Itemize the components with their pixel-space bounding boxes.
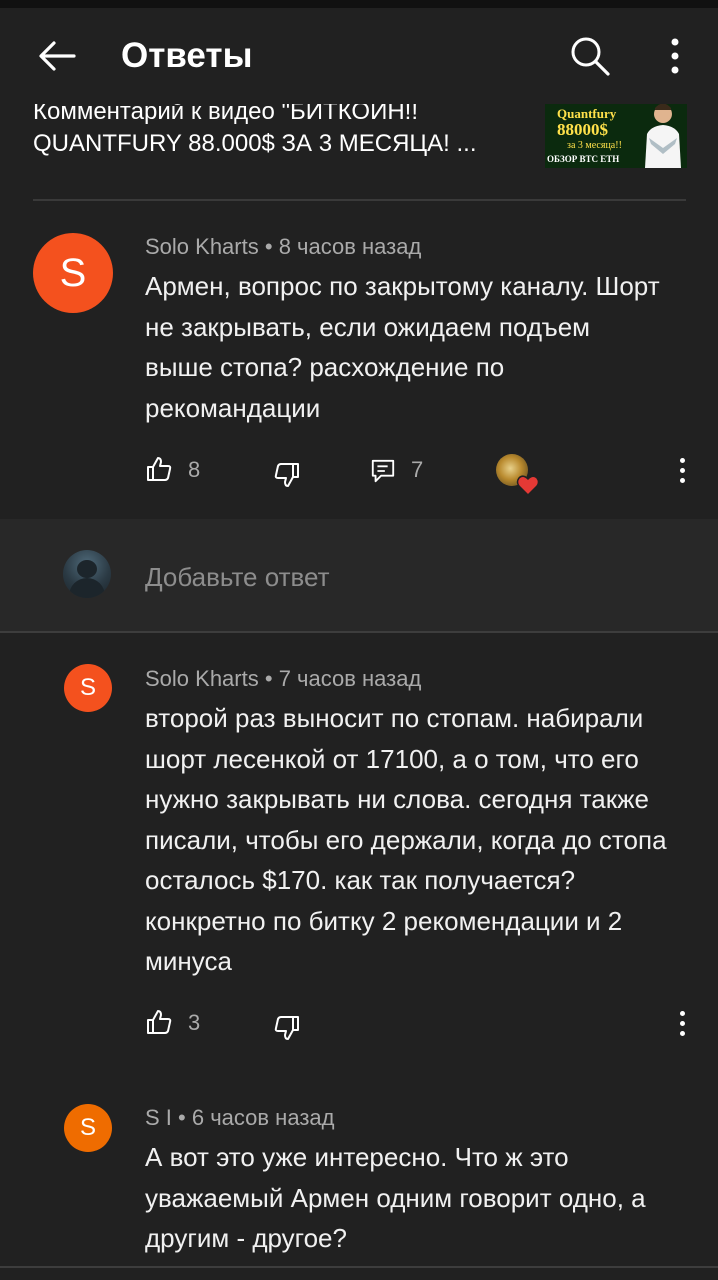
back-arrow-icon[interactable]	[34, 34, 82, 78]
reply-meta: Solo Kharts • 7 часов назад	[145, 666, 421, 692]
comment-meta: Solo Kharts • 8 часов назад	[145, 234, 421, 260]
status-bar	[0, 0, 718, 8]
avatar[interactable]: S	[33, 233, 113, 313]
reply-more-icon[interactable]	[677, 1011, 687, 1041]
search-icon[interactable]	[566, 32, 614, 80]
thumbnail-text-amount: 88000$	[557, 120, 608, 139]
thumbnail-text-review: ОБЗОР BTC ETH	[547, 154, 620, 164]
reply-author[interactable]: S I	[145, 1105, 172, 1130]
app-bar: Ответы	[0, 8, 718, 104]
more-options-icon[interactable]	[658, 32, 692, 80]
comment-text: Армен, вопрос по закрытому каналу. Шорт …	[145, 271, 660, 423]
page-title: Ответы	[121, 36, 253, 75]
comment-author[interactable]: Solo Kharts	[145, 234, 259, 259]
separator-dot: •	[264, 666, 279, 691]
comment-more-icon[interactable]	[677, 458, 687, 488]
reply-meta: S I • 6 часов назад	[145, 1105, 334, 1131]
reply-count: 7	[411, 457, 424, 482]
comment-time: 8 часов назад	[278, 234, 422, 259]
separator-dot: •	[178, 1105, 192, 1130]
thumbnail-person-image	[645, 103, 681, 168]
reply-author[interactable]: Solo Kharts	[145, 666, 259, 691]
video-context[interactable]: Комментарий к видео "БИТКОИН!! QUANTFURY…	[33, 96, 533, 160]
divider	[0, 1266, 718, 1268]
thumbnail-text-period: за 3 месяца!!	[567, 140, 622, 151]
creator-heart-badge	[496, 454, 542, 496]
video-thumbnail[interactable]: BITCOIN! Quantfury 88000$ за 3 месяца!! …	[545, 94, 687, 168]
like-count: 8	[188, 457, 201, 482]
avatar-letter: S	[79, 1114, 96, 1141]
dislike-icon[interactable]	[273, 461, 301, 489]
user-avatar	[63, 550, 111, 598]
video-title-line-2: QUANTFURY 88.000$ ЗА 3 МЕСЯЦА! ...	[33, 130, 477, 157]
reply-text: А вот это уже интересно. Что ж это уважа…	[145, 1142, 646, 1253]
reply-text: второй раз выносит по стопам. набирали ш…	[145, 703, 667, 976]
avatar-letter: S	[59, 250, 87, 295]
like-icon[interactable]	[145, 1008, 173, 1036]
avatar[interactable]: S	[64, 1104, 112, 1152]
add-reply-input[interactable]: Добавьте ответ	[145, 562, 330, 593]
like-count: 3	[188, 1010, 201, 1035]
heart-icon	[516, 475, 540, 496]
separator-dot: •	[264, 234, 279, 259]
divider	[33, 199, 686, 201]
like-icon[interactable]	[145, 455, 173, 483]
reply-icon[interactable]	[370, 458, 396, 484]
reply-time: 6 часов назад	[191, 1105, 335, 1130]
divider	[0, 631, 718, 633]
avatar[interactable]: S	[64, 664, 112, 712]
avatar-letter: S	[79, 674, 96, 701]
dislike-icon[interactable]	[273, 1014, 301, 1042]
reply-time: 7 часов назад	[278, 666, 422, 691]
